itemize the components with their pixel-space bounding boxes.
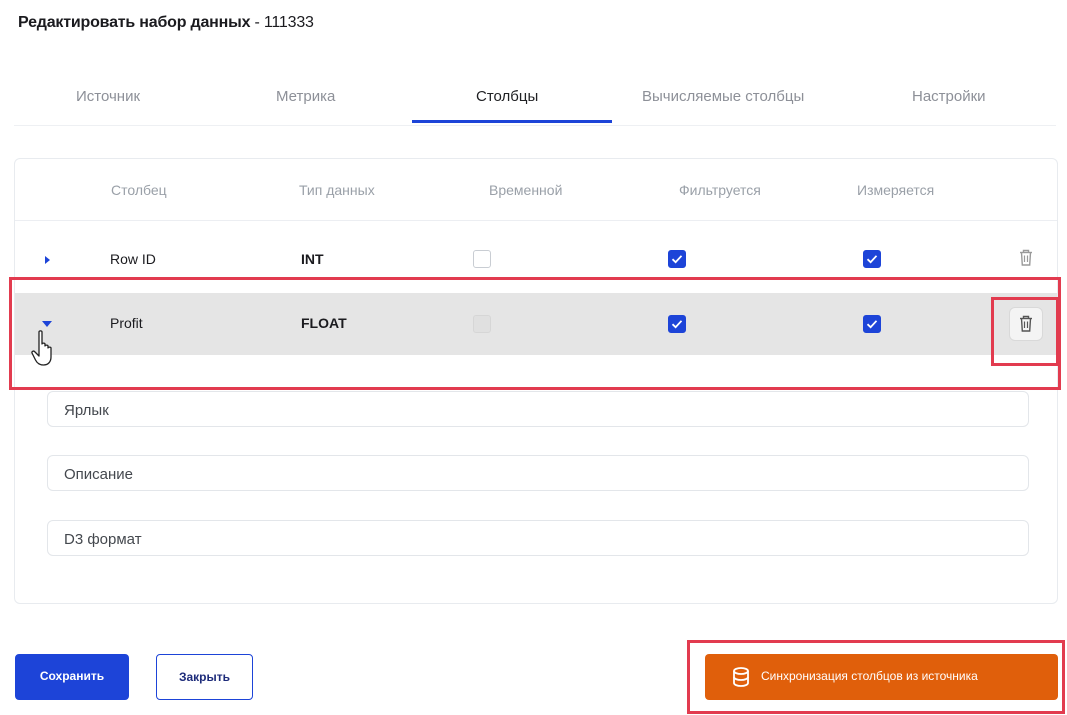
- tab-calculated-columns[interactable]: Вычисляемые столбцы: [642, 88, 804, 105]
- page-title-text: Редактировать набор данных: [18, 14, 251, 31]
- sync-columns-label: Синхронизация столбцов из источника: [761, 669, 978, 683]
- check-icon: [671, 320, 683, 329]
- description-input[interactable]: Описание: [47, 455, 1029, 491]
- tab-settings[interactable]: Настройки: [912, 88, 986, 105]
- close-button[interactable]: Закрыть: [156, 654, 253, 700]
- caret-down-icon[interactable]: [42, 321, 52, 327]
- database-icon: [731, 666, 751, 691]
- delete-row-button[interactable]: [1009, 307, 1043, 341]
- trash-icon: [1020, 249, 1032, 266]
- header-measurable: Измеряется: [857, 182, 935, 198]
- tab-metric[interactable]: Метрика: [276, 88, 335, 105]
- column-type: FLOAT: [301, 315, 347, 331]
- page-title: Редактировать набор данных - 111333: [18, 14, 314, 32]
- measurable-checkbox[interactable]: [863, 250, 881, 268]
- caret-right-icon[interactable]: [45, 256, 50, 264]
- tab-source[interactable]: Источник: [76, 88, 140, 105]
- columns-table-card: Столбец Тип данных Временной Фильтруется…: [14, 158, 1058, 604]
- column-name: Row ID: [110, 251, 156, 267]
- d3-format-input[interactable]: D3 формат: [47, 520, 1029, 556]
- tab-bar: Источник Метрика Столбцы Вычисляемые сто…: [14, 70, 1056, 126]
- filterable-checkbox[interactable]: [668, 315, 686, 333]
- page-title-suffix: - 111333: [250, 14, 314, 31]
- filterable-checkbox[interactable]: [668, 250, 686, 268]
- table-header: Столбец Тип данных Временной Фильтруется…: [15, 159, 1057, 221]
- temporal-checkbox[interactable]: [473, 315, 491, 333]
- column-type: INT: [301, 251, 324, 267]
- header-data-type: Тип данных: [299, 182, 375, 198]
- check-icon: [866, 255, 878, 264]
- delete-row-button[interactable]: [1009, 241, 1043, 275]
- trash-icon: [1020, 315, 1032, 332]
- label-input[interactable]: Ярлык: [47, 391, 1029, 427]
- header-column: Столбец: [111, 182, 167, 198]
- tab-columns[interactable]: Столбцы: [476, 88, 538, 105]
- save-button[interactable]: Сохранить: [15, 654, 129, 700]
- header-filterable: Фильтруется: [679, 182, 761, 198]
- table-row-selected: Profit FLOAT: [15, 293, 1057, 355]
- check-icon: [866, 320, 878, 329]
- table-row: Row ID INT: [15, 229, 1057, 291]
- check-icon: [671, 255, 683, 264]
- measurable-checkbox[interactable]: [863, 315, 881, 333]
- sync-columns-button[interactable]: Синхронизация столбцов из источника: [705, 654, 1058, 700]
- temporal-checkbox[interactable]: [473, 250, 491, 268]
- column-name: Profit: [110, 315, 143, 331]
- header-temporal: Временной: [489, 182, 563, 198]
- hand-cursor-icon: [30, 328, 60, 373]
- active-tab-indicator: [412, 120, 612, 123]
